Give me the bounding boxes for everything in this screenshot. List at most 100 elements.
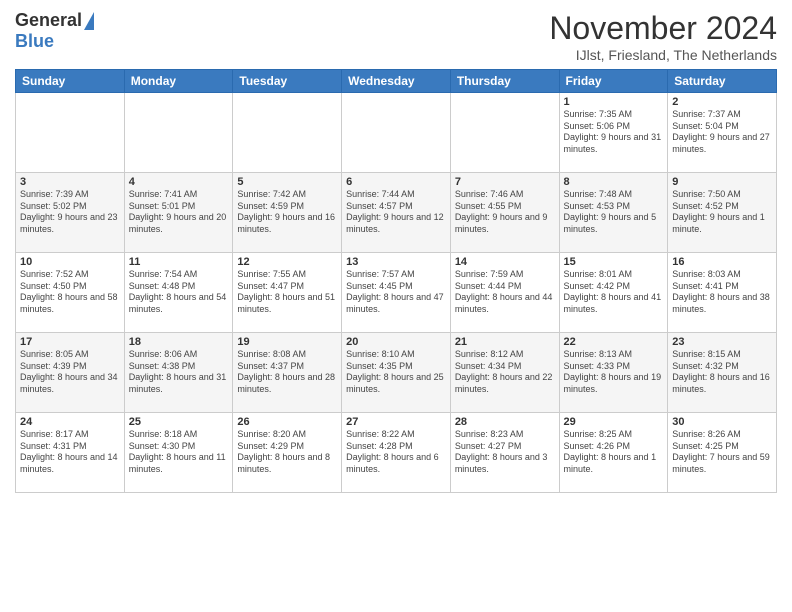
day-cell-4-3: 27Sunrise: 8:22 AM Sunset: 4:28 PM Dayli… [342,413,451,493]
week-row-5: 24Sunrise: 8:17 AM Sunset: 4:31 PM Dayli… [16,413,777,493]
day-info-text: Sunrise: 7:59 AM Sunset: 4:44 PM Dayligh… [455,269,555,316]
day-number: 13 [346,256,446,268]
day-cell-1-0: 3Sunrise: 7:39 AM Sunset: 5:02 PM Daylig… [16,173,125,253]
day-cell-2-3: 13Sunrise: 7:57 AM Sunset: 4:45 PM Dayli… [342,253,451,333]
day-number: 18 [129,336,229,348]
day-number: 15 [564,256,664,268]
day-info-text: Sunrise: 7:39 AM Sunset: 5:02 PM Dayligh… [20,189,120,236]
day-cell-4-2: 26Sunrise: 8:20 AM Sunset: 4:29 PM Dayli… [233,413,342,493]
day-cell-3-6: 23Sunrise: 8:15 AM Sunset: 4:32 PM Dayli… [668,333,777,413]
day-number: 3 [20,176,120,188]
day-info-text: Sunrise: 7:35 AM Sunset: 5:06 PM Dayligh… [564,109,664,156]
day-info-text: Sunrise: 8:15 AM Sunset: 4:32 PM Dayligh… [672,349,772,396]
day-info-text: Sunrise: 7:48 AM Sunset: 4:53 PM Dayligh… [564,189,664,236]
day-cell-3-1: 18Sunrise: 8:06 AM Sunset: 4:38 PM Dayli… [124,333,233,413]
day-number: 14 [455,256,555,268]
day-cell-4-4: 28Sunrise: 8:23 AM Sunset: 4:27 PM Dayli… [450,413,559,493]
day-info-text: Sunrise: 8:23 AM Sunset: 4:27 PM Dayligh… [455,429,555,476]
day-cell-4-0: 24Sunrise: 8:17 AM Sunset: 4:31 PM Dayli… [16,413,125,493]
week-row-3: 10Sunrise: 7:52 AM Sunset: 4:50 PM Dayli… [16,253,777,333]
header: General Blue November 2024 IJlst, Friesl… [15,10,777,63]
day-number: 26 [237,416,337,428]
calendar-header-row: Sunday Monday Tuesday Wednesday Thursday… [16,70,777,93]
day-info-text: Sunrise: 8:22 AM Sunset: 4:28 PM Dayligh… [346,429,446,476]
day-number: 21 [455,336,555,348]
page: General Blue November 2024 IJlst, Friesl… [0,0,792,612]
day-info-text: Sunrise: 8:01 AM Sunset: 4:42 PM Dayligh… [564,269,664,316]
day-number: 9 [672,176,772,188]
day-cell-4-6: 30Sunrise: 8:26 AM Sunset: 4:25 PM Dayli… [668,413,777,493]
header-friday: Friday [559,70,668,93]
day-info-text: Sunrise: 8:18 AM Sunset: 4:30 PM Dayligh… [129,429,229,476]
day-cell-0-2 [233,93,342,173]
day-cell-0-1 [124,93,233,173]
day-info-text: Sunrise: 8:25 AM Sunset: 4:26 PM Dayligh… [564,429,664,476]
day-number: 8 [564,176,664,188]
day-info-text: Sunrise: 7:54 AM Sunset: 4:48 PM Dayligh… [129,269,229,316]
day-info-text: Sunrise: 8:03 AM Sunset: 4:41 PM Dayligh… [672,269,772,316]
day-cell-4-1: 25Sunrise: 8:18 AM Sunset: 4:30 PM Dayli… [124,413,233,493]
header-sunday: Sunday [16,70,125,93]
day-number: 4 [129,176,229,188]
day-cell-3-5: 22Sunrise: 8:13 AM Sunset: 4:33 PM Dayli… [559,333,668,413]
logo-triangle-icon [84,12,94,30]
day-number: 19 [237,336,337,348]
day-info-text: Sunrise: 7:41 AM Sunset: 5:01 PM Dayligh… [129,189,229,236]
day-cell-2-6: 16Sunrise: 8:03 AM Sunset: 4:41 PM Dayli… [668,253,777,333]
day-info-text: Sunrise: 8:06 AM Sunset: 4:38 PM Dayligh… [129,349,229,396]
day-number: 23 [672,336,772,348]
day-info-text: Sunrise: 7:46 AM Sunset: 4:55 PM Dayligh… [455,189,555,236]
day-number: 29 [564,416,664,428]
day-info-text: Sunrise: 7:42 AM Sunset: 4:59 PM Dayligh… [237,189,337,236]
day-cell-3-0: 17Sunrise: 8:05 AM Sunset: 4:39 PM Dayli… [16,333,125,413]
day-info-text: Sunrise: 8:05 AM Sunset: 4:39 PM Dayligh… [20,349,120,396]
day-number: 22 [564,336,664,348]
day-number: 10 [20,256,120,268]
month-title: November 2024 [549,10,777,47]
day-info-text: Sunrise: 7:37 AM Sunset: 5:04 PM Dayligh… [672,109,772,156]
day-info-text: Sunrise: 8:17 AM Sunset: 4:31 PM Dayligh… [20,429,120,476]
day-info-text: Sunrise: 7:44 AM Sunset: 4:57 PM Dayligh… [346,189,446,236]
day-number: 16 [672,256,772,268]
day-number: 30 [672,416,772,428]
day-cell-2-5: 15Sunrise: 8:01 AM Sunset: 4:42 PM Dayli… [559,253,668,333]
day-number: 20 [346,336,446,348]
day-info-text: Sunrise: 7:55 AM Sunset: 4:47 PM Dayligh… [237,269,337,316]
day-cell-1-5: 8Sunrise: 7:48 AM Sunset: 4:53 PM Daylig… [559,173,668,253]
day-info-text: Sunrise: 8:26 AM Sunset: 4:25 PM Dayligh… [672,429,772,476]
day-cell-0-5: 1Sunrise: 7:35 AM Sunset: 5:06 PM Daylig… [559,93,668,173]
day-number: 5 [237,176,337,188]
day-info-text: Sunrise: 8:08 AM Sunset: 4:37 PM Dayligh… [237,349,337,396]
logo-general-text: General [15,10,82,31]
day-number: 24 [20,416,120,428]
day-info-text: Sunrise: 8:20 AM Sunset: 4:29 PM Dayligh… [237,429,337,476]
day-cell-2-1: 11Sunrise: 7:54 AM Sunset: 4:48 PM Dayli… [124,253,233,333]
day-number: 12 [237,256,337,268]
day-info-text: Sunrise: 7:57 AM Sunset: 4:45 PM Dayligh… [346,269,446,316]
day-cell-3-2: 19Sunrise: 8:08 AM Sunset: 4:37 PM Dayli… [233,333,342,413]
header-thursday: Thursday [450,70,559,93]
day-cell-1-6: 9Sunrise: 7:50 AM Sunset: 4:52 PM Daylig… [668,173,777,253]
day-cell-3-4: 21Sunrise: 8:12 AM Sunset: 4:34 PM Dayli… [450,333,559,413]
day-cell-2-0: 10Sunrise: 7:52 AM Sunset: 4:50 PM Dayli… [16,253,125,333]
day-cell-1-3: 6Sunrise: 7:44 AM Sunset: 4:57 PM Daylig… [342,173,451,253]
day-number: 28 [455,416,555,428]
location-text: IJlst, Friesland, The Netherlands [549,47,777,63]
logo-blue-text: Blue [15,31,54,52]
day-info-text: Sunrise: 8:10 AM Sunset: 4:35 PM Dayligh… [346,349,446,396]
day-info-text: Sunrise: 7:50 AM Sunset: 4:52 PM Dayligh… [672,189,772,236]
title-section: November 2024 IJlst, Friesland, The Neth… [549,10,777,63]
day-number: 25 [129,416,229,428]
day-info-text: Sunrise: 7:52 AM Sunset: 4:50 PM Dayligh… [20,269,120,316]
week-row-2: 3Sunrise: 7:39 AM Sunset: 5:02 PM Daylig… [16,173,777,253]
week-row-1: 1Sunrise: 7:35 AM Sunset: 5:06 PM Daylig… [16,93,777,173]
day-number: 2 [672,96,772,108]
day-cell-3-3: 20Sunrise: 8:10 AM Sunset: 4:35 PM Dayli… [342,333,451,413]
day-cell-0-4 [450,93,559,173]
day-info-text: Sunrise: 8:12 AM Sunset: 4:34 PM Dayligh… [455,349,555,396]
day-cell-0-0 [16,93,125,173]
header-saturday: Saturday [668,70,777,93]
header-tuesday: Tuesday [233,70,342,93]
day-info-text: Sunrise: 8:13 AM Sunset: 4:33 PM Dayligh… [564,349,664,396]
day-cell-2-4: 14Sunrise: 7:59 AM Sunset: 4:44 PM Dayli… [450,253,559,333]
